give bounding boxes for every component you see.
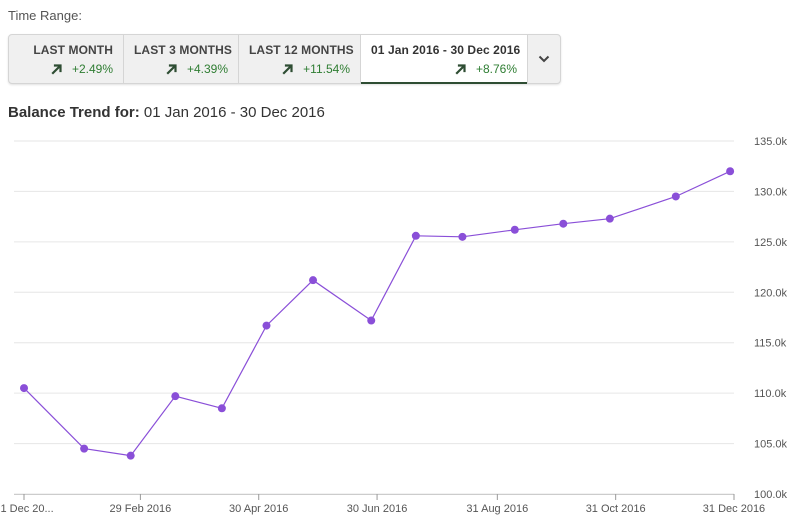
x-tick-label: 31 Oct 2016 (586, 503, 646, 515)
range-dropdown-button[interactable] (528, 35, 560, 83)
time-range-selector: LAST MONTH +2.49% LAST 3 MONTHS +4.39% L… (8, 34, 561, 84)
tab-last-month[interactable]: LAST MONTH +2.49% (9, 35, 124, 83)
tab-custom-range-label: 01 Jan 2016 - 30 Dec 2016 (371, 43, 521, 57)
tab-last-month-change: +2.49% (19, 62, 113, 76)
tab-last-3-months-change: +4.39% (134, 62, 228, 76)
y-tick-label: 120.0k (754, 287, 788, 299)
x-tick-label: 31 Dec 2016 (703, 503, 765, 515)
data-point (671, 192, 680, 201)
data-point (171, 392, 180, 401)
tab-last-month-percent: +2.49% (71, 62, 113, 76)
x-tick-label: 30 Apr 2016 (229, 503, 288, 515)
data-point (309, 276, 318, 285)
balance-trend-chart: 100.0k 105.0k 110.0k 115.0k 120.0k 125.0k 130.… (0, 136, 788, 515)
x-tick-label: 31 Dec 20... (0, 503, 54, 515)
chevron-down-icon (538, 55, 550, 63)
y-tick-label: 115.0k (754, 338, 787, 350)
tab-last-12-months-change: +11.54% (249, 62, 350, 76)
tab-custom-range-percent: +8.76% (475, 62, 517, 76)
arrow-up-right-icon (51, 64, 62, 75)
data-point (262, 321, 271, 330)
y-tick-label: 105.0k (754, 439, 788, 451)
tab-last-3-months-percent: +4.39% (186, 62, 228, 76)
balance-trend-range: 01 Jan 2016 - 30 Dec 2016 (143, 104, 325, 121)
data-point (559, 219, 568, 228)
data-point (510, 225, 519, 234)
x-tick-label: 30 Jun 2016 (347, 503, 408, 515)
balance-trend-title: Balance Trend for: 01 Jan 2016 - 30 Dec … (8, 104, 325, 121)
tab-last-month-label: LAST MONTH (33, 43, 113, 57)
tab-last-12-months[interactable]: LAST 12 MONTHS +11.54% (239, 35, 361, 83)
data-point (126, 451, 135, 460)
data-point (605, 214, 614, 223)
y-tick-label: 125.0k (754, 237, 788, 249)
tab-last-12-months-percent: +11.54% (303, 62, 350, 76)
tab-last-3-months[interactable]: LAST 3 MONTHS +4.39% (124, 35, 239, 83)
data-point (726, 167, 735, 176)
tab-last-3-months-label: LAST 3 MONTHS (134, 43, 232, 57)
chart-x-axis: 31 Dec 20... 29 Feb 2016 30 Apr 2016 30 Jun… (0, 494, 765, 515)
y-tick-label: 100.0k (754, 489, 788, 501)
chart-gridlines: 100.0k 105.0k 110.0k 115.0k 120.0k 125.0k 130.… (14, 136, 788, 501)
x-tick-label: 29 Feb 2016 (110, 503, 172, 515)
data-point (20, 384, 28, 393)
data-point (367, 316, 376, 325)
tab-last-12-months-label: LAST 12 MONTHS (249, 43, 354, 57)
y-tick-label: 135.0k (754, 136, 788, 148)
data-point (217, 404, 226, 413)
series-line (23, 170, 731, 457)
time-range-label: Time Range: (8, 8, 82, 23)
y-tick-label: 130.0k (754, 186, 788, 198)
data-point (411, 231, 420, 240)
arrow-up-right-icon (282, 64, 293, 75)
balance-trend-prefix: Balance Trend for: (8, 104, 140, 121)
x-tick-label: 31 Aug 2016 (466, 503, 528, 515)
arrow-up-right-icon (166, 64, 177, 75)
data-point (458, 232, 467, 241)
tab-custom-range[interactable]: 01 Jan 2016 - 30 Dec 2016 +8.76% (361, 35, 528, 84)
y-tick-label: 110.0k (754, 388, 787, 400)
arrow-up-right-icon (455, 64, 466, 75)
tab-custom-range-change: +8.76% (371, 62, 517, 76)
chart-series (20, 167, 735, 460)
data-point (80, 444, 89, 453)
